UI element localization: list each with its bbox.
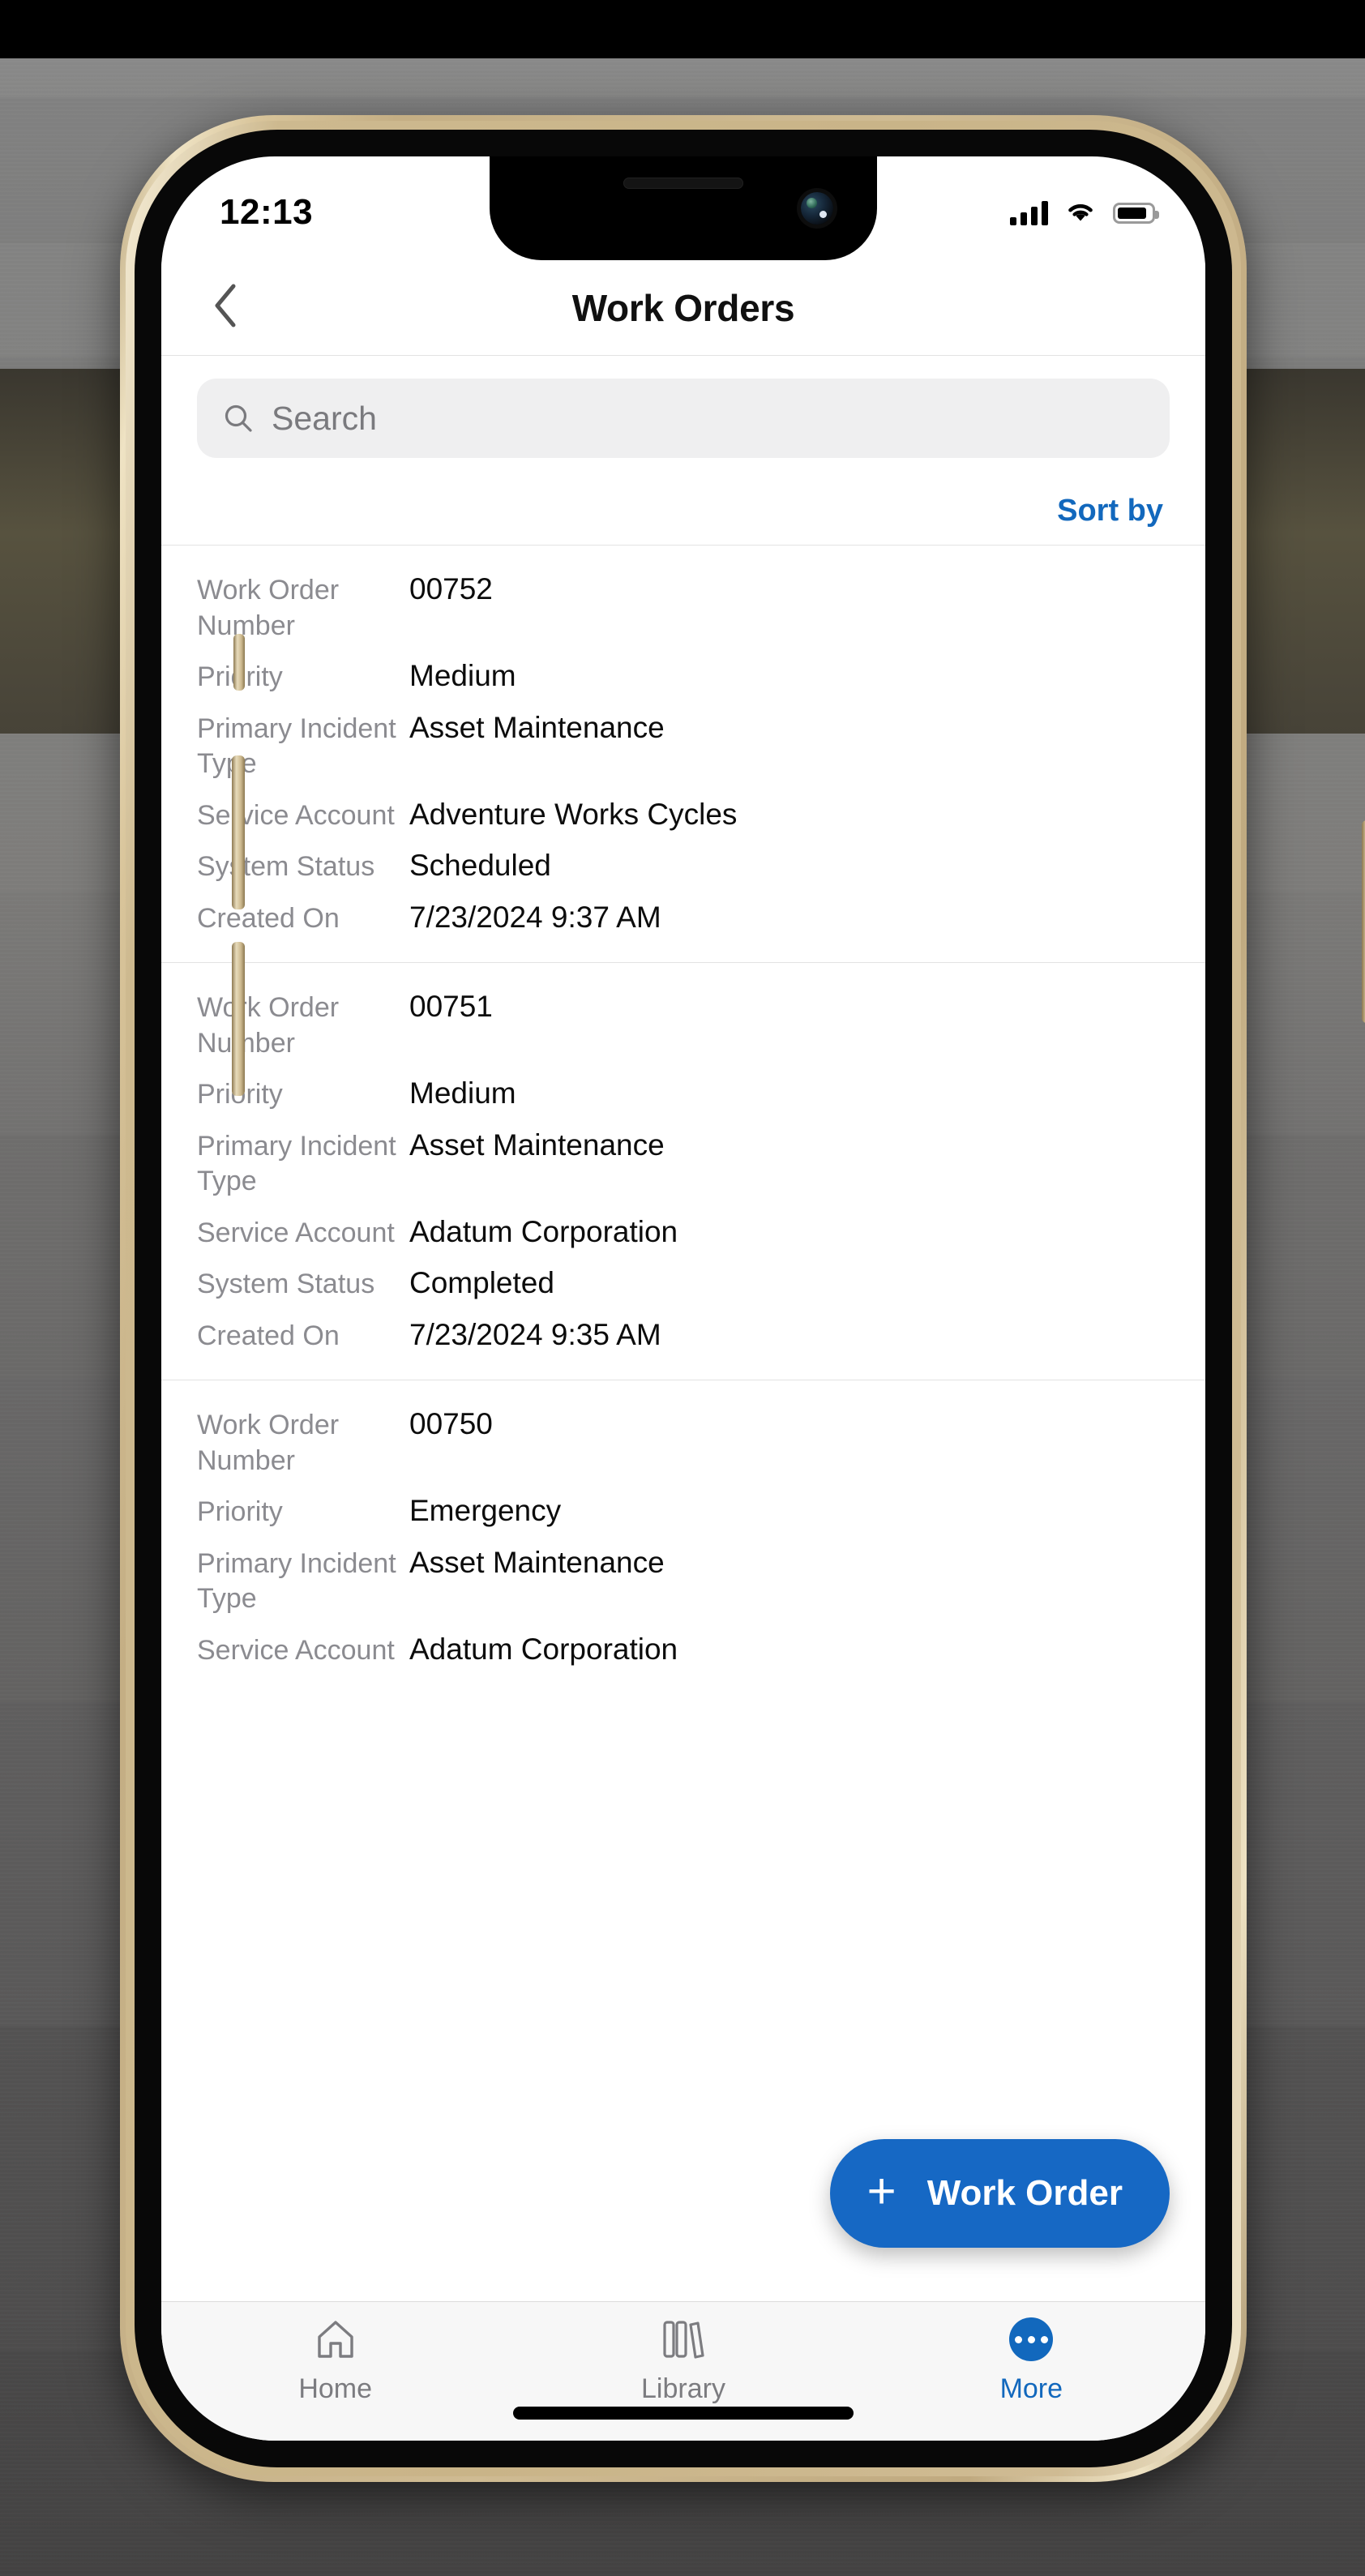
- work-order-card[interactable]: Work Order Number 00750 Priority Emergen…: [161, 1380, 1205, 1694]
- field-value: Completed: [409, 1266, 554, 1300]
- home-icon: [313, 2317, 358, 2362]
- field-value: 7/23/2024 9:35 AM: [409, 1317, 661, 1351]
- cellular-signal-icon: [1010, 201, 1048, 225]
- field-label: Work Order Number: [197, 1410, 340, 1476]
- field-row-work-order-number: Work Order Number 00750: [197, 1405, 1170, 1478]
- volume-up-button[interactable]: [232, 755, 245, 909]
- tab-home[interactable]: Home: [161, 2317, 509, 2405]
- field-label: Work Order Number: [197, 575, 340, 641]
- field-row-priority: Priority Medium: [197, 657, 1170, 695]
- field-row-system-status: System Status Scheduled: [197, 846, 1170, 885]
- field-label: System Status: [197, 851, 375, 883]
- field-label: Priority: [197, 1496, 283, 1528]
- field-label: Primary Incident Type: [197, 712, 396, 780]
- home-indicator[interactable]: [513, 2407, 854, 2420]
- search-input[interactable]: Search: [197, 379, 1170, 458]
- field-label: Service Account: [197, 799, 395, 831]
- page-title: Work Orders: [571, 286, 795, 329]
- field-row-created-on: Created On 7/23/2024 9:37 AM: [197, 898, 1170, 937]
- plus-icon: +: [866, 2163, 896, 2220]
- field-label: Service Account: [197, 1634, 395, 1666]
- field-label: System Status: [197, 1269, 375, 1300]
- field-value: 00751: [409, 990, 493, 1024]
- search-placeholder-text: Search: [272, 399, 377, 437]
- field-value: Asset Maintenance: [409, 710, 665, 744]
- phone-device-frame: 12:13 Work Orders Search Sort by Work Or…: [120, 115, 1365, 2482]
- volume-down-button[interactable]: [232, 942, 245, 1096]
- field-row-work-order-number: Work Order Number 00751: [197, 987, 1170, 1061]
- field-value: Medium: [409, 659, 516, 693]
- wifi-icon: [1064, 199, 1097, 228]
- tab-label: Library: [641, 2373, 725, 2404]
- field-value: Asset Maintenance: [409, 1128, 665, 1162]
- new-work-order-fab[interactable]: + Work Order: [829, 2139, 1170, 2248]
- sort-row: Sort by: [161, 458, 1205, 545]
- field-value: Adventure Works Cycles: [409, 797, 738, 831]
- field-value: Adatum Corporation: [409, 1632, 678, 1666]
- field-value: Adatum Corporation: [409, 1214, 678, 1248]
- field-value: 7/23/2024 9:37 AM: [409, 900, 661, 934]
- tab-more[interactable]: More: [858, 2317, 1205, 2405]
- field-row-created-on: Created On 7/23/2024 9:35 AM: [197, 1316, 1170, 1354]
- ellipsis-circle-icon: [1009, 2317, 1054, 2362]
- field-value: Medium: [409, 1076, 516, 1110]
- mute-switch-button[interactable]: [233, 634, 245, 691]
- sort-by-button[interactable]: Sort by: [1057, 494, 1163, 528]
- back-button[interactable]: [197, 280, 254, 336]
- tab-label: Home: [298, 2373, 373, 2404]
- search-container: Search: [161, 356, 1205, 458]
- field-row-service-account: Service Account Adatum Corporation: [197, 1213, 1170, 1252]
- field-value: Scheduled: [409, 849, 551, 883]
- bottom-tab-bar: Home Library More: [161, 2301, 1205, 2441]
- field-value: Asset Maintenance: [409, 1545, 665, 1579]
- field-value: 00752: [409, 572, 493, 605]
- work-order-list-scroll-area[interactable]: Search Sort by Work Order Number 00752 P…: [161, 356, 1205, 2301]
- field-value: 00750: [409, 1407, 493, 1441]
- status-bar: 12:13: [161, 156, 1205, 260]
- field-label: Primary Incident Type: [197, 1547, 396, 1615]
- work-order-card[interactable]: Work Order Number 00751 Priority Medium …: [161, 962, 1205, 1380]
- search-icon: [223, 403, 254, 434]
- field-row-primary-incident-type: Primary Incident Type Asset Maintenance: [197, 1126, 1170, 1200]
- field-row-service-account: Service Account Adventure Works Cycles: [197, 795, 1170, 834]
- field-label: Created On: [197, 902, 340, 934]
- field-row-priority: Priority Emergency: [197, 1491, 1170, 1530]
- field-label: Priority: [197, 657, 409, 695]
- chevron-left-icon: [212, 283, 239, 332]
- library-books-icon: [660, 2317, 707, 2362]
- background-top-bar: [0, 0, 1365, 58]
- field-label: Priority: [197, 1074, 409, 1113]
- work-order-card[interactable]: Work Order Number 00752 Priority Medium …: [161, 545, 1205, 962]
- tab-label: More: [999, 2373, 1063, 2404]
- phone-screen: 12:13 Work Orders Search Sort by Work Or…: [161, 156, 1205, 2441]
- status-bar-icons: [1010, 199, 1159, 228]
- fab-label: Work Order: [926, 2173, 1123, 2213]
- tab-library[interactable]: Library: [509, 2317, 857, 2405]
- field-row-primary-incident-type: Primary Incident Type Asset Maintenance: [197, 708, 1170, 782]
- navigation-bar: Work Orders: [161, 260, 1205, 356]
- battery-icon: [1113, 203, 1159, 224]
- field-value: Emergency: [409, 1494, 562, 1528]
- field-row-system-status: System Status Completed: [197, 1264, 1170, 1303]
- power-button[interactable]: [1362, 820, 1365, 1023]
- field-row-service-account: Service Account Adatum Corporation: [197, 1630, 1170, 1669]
- field-label: Created On: [197, 1320, 340, 1351]
- field-row-primary-incident-type: Primary Incident Type Asset Maintenance: [197, 1543, 1170, 1617]
- status-bar-time: 12:13: [220, 192, 314, 232]
- field-row-work-order-number: Work Order Number 00752: [197, 570, 1170, 644]
- field-label: Primary Incident Type: [197, 1130, 396, 1197]
- field-row-priority: Priority Medium: [197, 1074, 1170, 1113]
- field-label: Service Account: [197, 1217, 395, 1248]
- field-label: Work Order Number: [197, 992, 340, 1059]
